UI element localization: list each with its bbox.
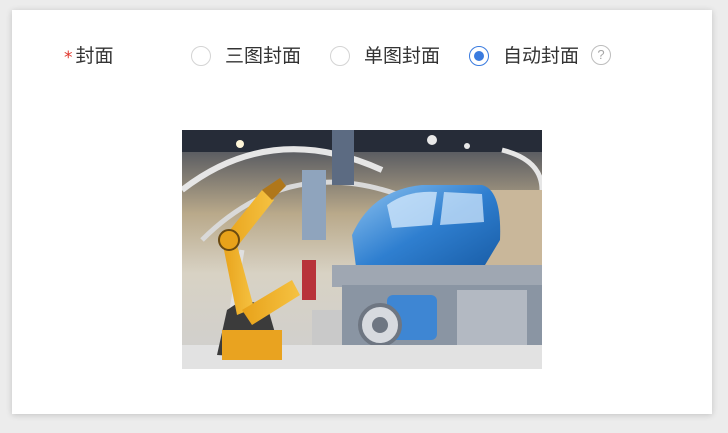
radio-label[interactable]: 单图封面 — [364, 44, 440, 68]
radio-auto-cover[interactable]: 自动封面 — [469, 42, 579, 70]
cover-label: * 封面 — [64, 44, 114, 69]
radio-three-image-cover[interactable]: 三图封面 — [191, 42, 301, 70]
radio-label[interactable]: 自动封面 — [503, 44, 579, 68]
radio-checked-icon[interactable] — [469, 46, 489, 66]
cover-label-text: 封面 — [75, 45, 114, 67]
radio-circle-icon[interactable] — [330, 46, 350, 66]
required-mark: * — [64, 48, 73, 68]
cover-setting-card: * 封面 三图封面 单图封面 自动封面 ? — [12, 10, 712, 414]
cover-image — [182, 130, 542, 369]
help-question-icon[interactable]: ? — [591, 45, 611, 65]
cover-image-photo — [182, 130, 542, 369]
radio-circle-icon[interactable] — [191, 46, 211, 66]
radio-single-image-cover[interactable]: 单图封面 — [330, 42, 440, 70]
radio-label[interactable]: 三图封面 — [225, 44, 301, 68]
cover-form-row: * 封面 三图封面 单图封面 自动封面 ? — [12, 40, 712, 72]
